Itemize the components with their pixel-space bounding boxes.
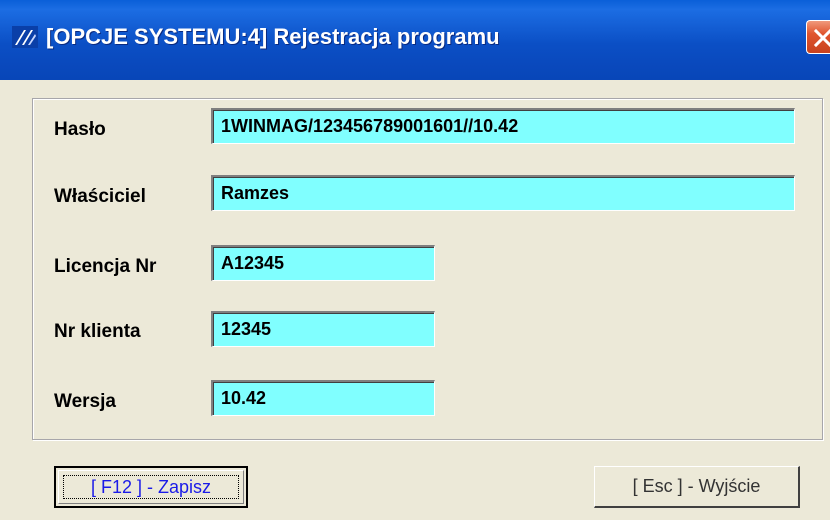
app-logo-icon bbox=[12, 26, 38, 48]
title-bar[interactable]: [OPCJE SYSTEMU:4] Rejestracja programu bbox=[0, 0, 830, 80]
wlasciciel-label: Właściciel bbox=[54, 186, 146, 207]
close-button[interactable] bbox=[806, 20, 830, 54]
exit-button-label: [ Esc ] - Wyjście bbox=[632, 476, 761, 496]
wersja-label: Wersja bbox=[54, 391, 116, 412]
licencja-field[interactable]: A12345 bbox=[211, 245, 435, 281]
close-icon bbox=[813, 28, 830, 48]
save-button[interactable]: [ F12 ] - Zapisz bbox=[54, 466, 248, 508]
save-button-label: [ F12 ] - Zapisz bbox=[90, 477, 212, 497]
haslo-field[interactable]: 1WINMAG/123456789001601//10.42 bbox=[211, 108, 795, 144]
exit-button[interactable]: [ Esc ] - Wyjście bbox=[594, 466, 800, 508]
nr-klienta-field[interactable]: 12345 bbox=[211, 311, 435, 347]
licencja-label: Licencja Nr bbox=[54, 256, 157, 277]
window-title: [OPCJE SYSTEMU:4] Rejestracja programu bbox=[46, 24, 500, 49]
wlasciciel-field[interactable]: Ramzes bbox=[211, 175, 795, 211]
haslo-label: Hasło bbox=[54, 119, 106, 140]
nr-klienta-label: Nr klienta bbox=[54, 321, 141, 342]
wersja-field[interactable]: 10.42 bbox=[211, 380, 435, 416]
